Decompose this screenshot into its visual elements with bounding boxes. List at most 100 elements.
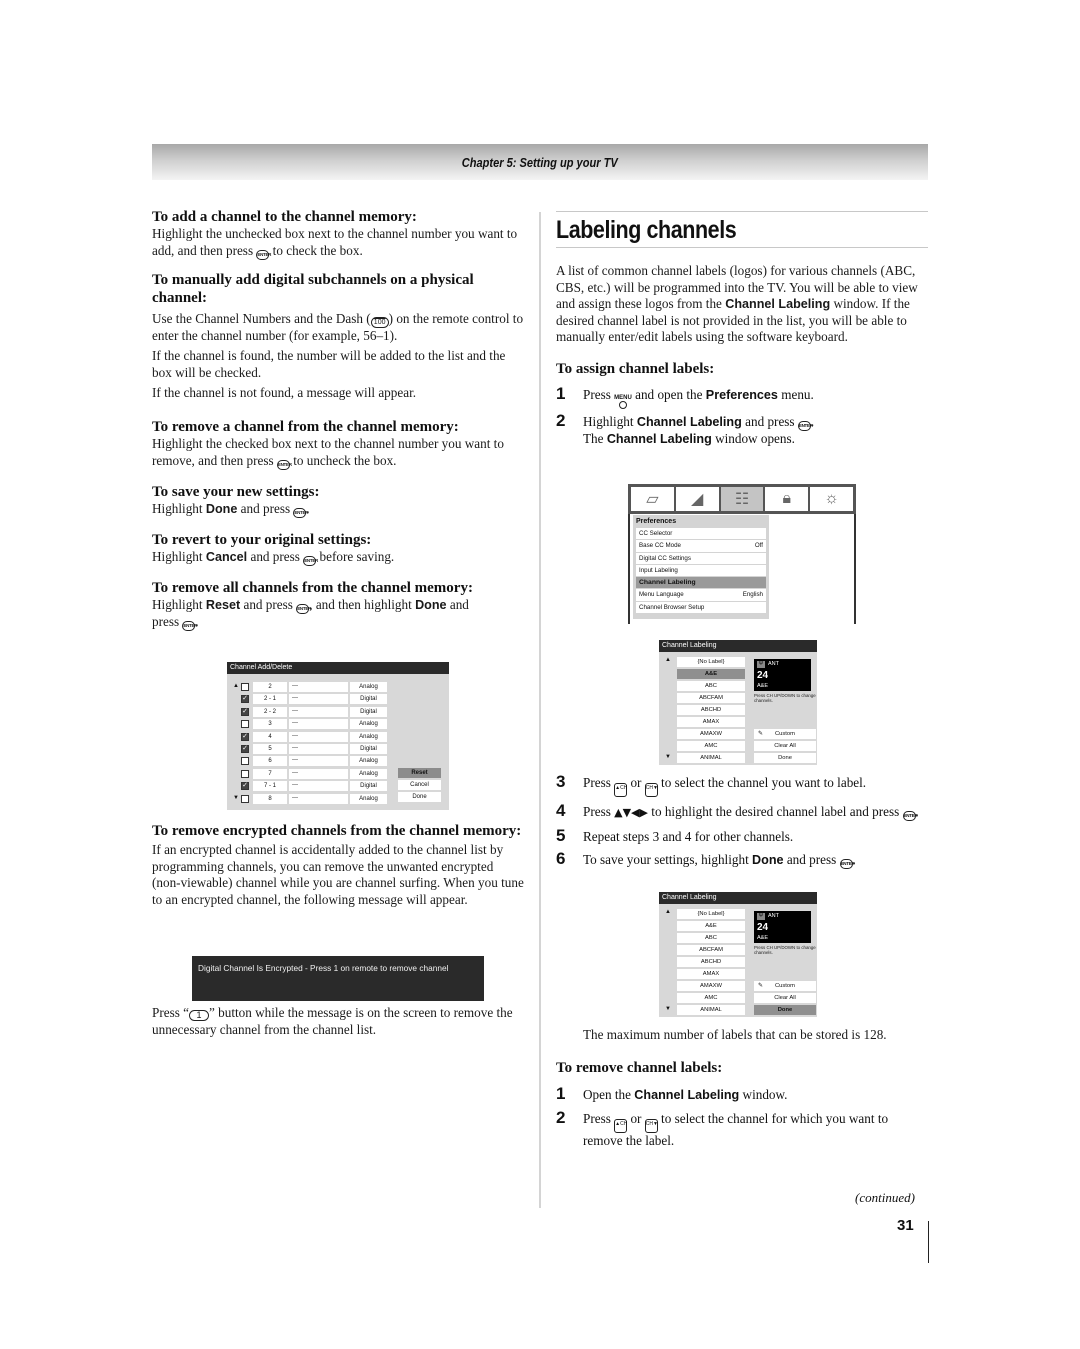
menu-item[interactable]: Channel Labeling (636, 577, 766, 589)
label-option[interactable]: AMAX (677, 717, 745, 727)
channel-row[interactable]: ✓ 2 - 1 --- Digital (227, 694, 449, 705)
label-option[interactable]: AMAX (677, 969, 745, 979)
label-option[interactable]: ABCFAM (677, 693, 745, 703)
label-option[interactable]: AMC (677, 741, 745, 751)
label-option[interactable]: ABCHD (677, 705, 745, 715)
menu-item[interactable]: CC Selector (636, 528, 766, 540)
channel-checkbox[interactable] (241, 794, 249, 803)
channel-row[interactable]: ✓ 4 --- Analog (227, 731, 449, 743)
menu-item[interactable]: Channel Browser Setup (636, 601, 766, 614)
scroll-up-icon[interactable]: ▲ (233, 682, 239, 691)
clear-all-button[interactable]: Clear All (754, 993, 816, 1003)
section-heading: To revert to your original settings: (152, 531, 372, 548)
menu-item[interactable]: Digital CC Settings (636, 552, 766, 564)
scroll-up-icon[interactable]: ▲ (665, 657, 671, 663)
arrow-buttons-icon: ▲▼◀▶ (614, 806, 648, 819)
body-text: or (630, 1110, 642, 1126)
left-column: To add a channel to the channel memory: … (152, 208, 524, 642)
channel-row[interactable]: 3 --- Analog (227, 719, 449, 730)
channel-type: Analog (350, 719, 387, 730)
channel-number: 2 - 1 (253, 694, 287, 705)
frame-line (628, 514, 630, 624)
channel-checkbox[interactable]: ✓ (241, 782, 249, 791)
step-number: 2 (556, 1107, 566, 1127)
custom-button[interactable]: ✎ Custom (754, 729, 816, 739)
channel-row[interactable]: 6 --- Analog (227, 756, 449, 767)
body-text: The maximum number of labels that can be… (583, 1027, 887, 1042)
body-text: Press (583, 1110, 611, 1126)
label-option[interactable]: ANIMAL (677, 1005, 745, 1015)
setup-icon[interactable]: ☼ (810, 487, 853, 511)
done-button[interactable]: Done (754, 753, 816, 763)
section-heading: To remove channel labels: (556, 1060, 723, 1076)
step-number: 3 (556, 772, 566, 791)
channel-checkbox[interactable] (241, 769, 249, 778)
pencil-icon: ✎ (758, 731, 764, 737)
channel-number: 7 - 1 (253, 781, 287, 792)
label-option[interactable]: {No Label} (677, 909, 745, 919)
label-option[interactable]: ABC (677, 681, 745, 691)
audio-icon[interactable]: ◢ (675, 487, 719, 511)
label-option[interactable]: AMAXW (677, 729, 745, 739)
lock-icon[interactable]: 🔒︎ (765, 487, 809, 511)
label-option[interactable]: ABCFAM (677, 945, 745, 955)
scroll-down-icon[interactable]: ▼ (665, 1006, 671, 1012)
menu-item-value: Off (754, 542, 763, 550)
label-option[interactable]: AMAXW (677, 981, 745, 991)
scroll-down-icon[interactable]: ▼ (233, 794, 239, 803)
custom-button[interactable]: ✎ Custom (754, 981, 816, 991)
menu-item[interactable]: Base CC Mode Off (636, 540, 766, 552)
body-text: and press (240, 500, 291, 516)
scroll-down-icon[interactable]: ▼ (665, 754, 671, 760)
page-number: 31 (897, 1217, 914, 1234)
done-button[interactable]: Done (398, 792, 441, 802)
reset-button[interactable]: Reset (398, 768, 441, 778)
picture-icon[interactable]: ▱ (631, 487, 674, 511)
body-text: to uncheck the box. (293, 452, 397, 468)
source-row: Ψ ANT (757, 913, 779, 920)
label-option[interactable]: ABC (677, 933, 745, 943)
done-button[interactable]: Done (754, 1005, 816, 1015)
enter-button-icon: ENTER (303, 555, 318, 566)
label-option[interactable]: AMC (677, 993, 745, 1003)
channel-row[interactable]: ✓ 2 - 2 --- Digital (227, 706, 449, 718)
body-text: and press (243, 596, 293, 612)
section-heading: To remove a channel from the channel mem… (152, 418, 459, 435)
done-label: Done (752, 853, 784, 868)
body-text: window opens. (715, 430, 795, 446)
section-remove-encrypted: To remove encrypted channels from the ch… (152, 822, 524, 908)
label-option[interactable]: ABCHD (677, 957, 745, 967)
body-text: or (630, 775, 642, 790)
current-label: A&E (757, 683, 769, 689)
cancel-label: Cancel (205, 549, 248, 564)
label-option[interactable]: ANIMAL (677, 753, 745, 763)
scroll-up-icon[interactable]: ▲ (665, 909, 671, 915)
right-column: Labeling channels A list of common chann… (556, 212, 928, 448)
channel-checkbox[interactable] (241, 683, 249, 691)
channel-number: 2 - 2 (253, 706, 287, 717)
channel-number: 24 (757, 670, 769, 681)
channel-row[interactable]: ✓ 5 --- Digital (227, 744, 449, 755)
menu-item-label: CC Selector (639, 530, 673, 537)
section-revert-settings: To revert to your original settings: Hig… (152, 531, 524, 566)
step-number: 4 (556, 801, 566, 820)
channel-checkbox[interactable]: ✓ (241, 732, 249, 741)
label-option[interactable]: A&E (677, 669, 745, 679)
label-option[interactable]: A&E (677, 921, 745, 931)
channel-checkbox[interactable]: ✓ (241, 745, 249, 753)
channel-row[interactable]: ▲ 2 --- Analog (227, 682, 449, 693)
preferences-icon[interactable]: ☷ (720, 487, 764, 511)
menu-item[interactable]: Menu Language English (636, 589, 766, 601)
menu-item[interactable]: Input Labeling (636, 564, 766, 577)
channel-checkbox[interactable]: ✓ (241, 695, 249, 704)
channel-checkbox[interactable] (241, 720, 249, 729)
label-option[interactable]: {No Label} (677, 657, 745, 667)
channel-checkbox[interactable]: ✓ (241, 707, 249, 716)
section-save-settings: To save your new settings: Highlight Don… (152, 483, 524, 518)
channel-checkbox[interactable] (241, 757, 249, 766)
clear-all-button[interactable]: Clear All (754, 741, 816, 751)
section-add-channel: To add a channel to the channel memory: … (152, 208, 524, 260)
cancel-button[interactable]: Cancel (398, 780, 441, 790)
channel-name: --- (289, 682, 348, 692)
screen-title: Channel Add/Delete (227, 662, 449, 674)
